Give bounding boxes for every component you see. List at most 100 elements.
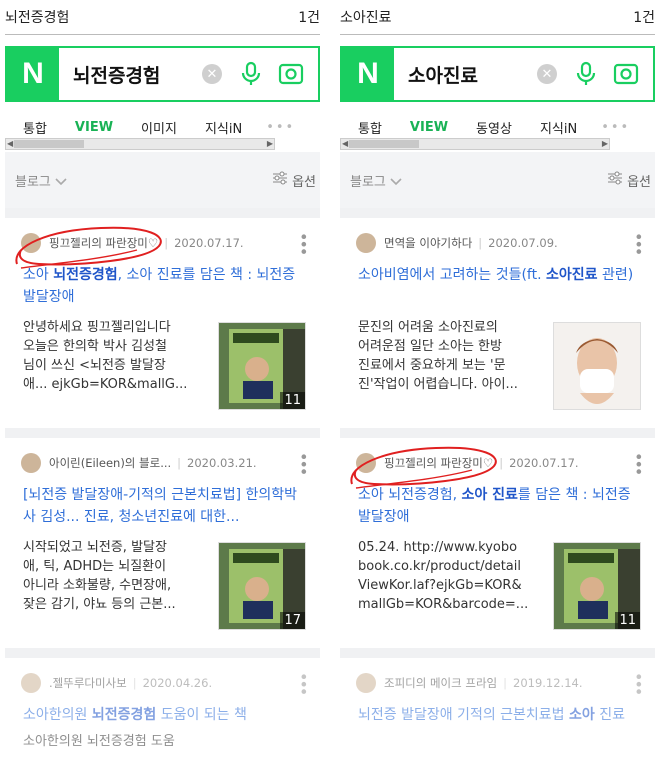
tab-item[interactable]: 지식iN <box>522 118 587 137</box>
lens-icon[interactable] <box>278 61 304 87</box>
snippet-line: 문진의 어려움 소아진료의 <box>358 320 498 335</box>
snippet-line: 아니라 소화불량, 수면장애, <box>23 578 172 593</box>
tab-item[interactable]: VIEW <box>57 120 123 135</box>
post-thumbnail[interactable] <box>553 322 641 410</box>
scroll-right-icon[interactable]: ▶ <box>267 139 273 149</box>
options-button[interactable]: 옵션 <box>607 171 655 190</box>
avatar[interactable] <box>21 673 41 693</box>
more-icon[interactable]: ••• <box>629 232 648 254</box>
scroll-left-icon[interactable]: ◀ <box>342 139 348 149</box>
naver-logo[interactable]: N <box>342 48 394 100</box>
mic-icon[interactable] <box>573 61 599 87</box>
tabs-scrollbar[interactable]: ◀ ▶ <box>5 138 275 150</box>
more-icon[interactable]: ••• <box>587 120 640 135</box>
search-panel-right: 소아진료 1건 N 소아진료 ✕ 통합 VIEW 동영상 지식iN ••• ◀ ▶ 블로그 옵션 면역을 … <box>340 0 655 758</box>
annotation-circle <box>9 220 169 278</box>
post-snippet: 05.24. http://www.kyobo book.co.kr/produc… <box>358 538 536 614</box>
tab-item[interactable]: 지식iN <box>187 118 252 137</box>
post-meta: 조피디의 메이크 프라임 | 2019.12.14. ••• <box>356 672 655 694</box>
snippet-line: 진'작업이 어렵습니다. 아이... <box>358 377 518 392</box>
post-title[interactable]: 뇌전증 발달장애 기적의 근본치료법 소아 진료 <box>358 704 641 726</box>
options-label: 옵션 <box>627 174 651 190</box>
avatar[interactable] <box>356 233 376 253</box>
post-title[interactable]: [뇌전증 발달장애-기적의 근본치료법] 한의학박사 김성... 진료, 청소년… <box>23 484 306 528</box>
more-icon[interactable]: ••• <box>252 120 305 135</box>
scroll-thumb[interactable] <box>14 140 84 148</box>
blog-post[interactable]: 면역을 이야기하다 | 2020.07.09. ••• 소아비염에서 고려하는 것들(f… <box>340 218 655 426</box>
post-snippet: 안녕하세요 핑끄젤리입니다 오늘은 한의학 박사 김성철 님이 쓰신 <뇌전증 발달… <box>23 318 201 394</box>
snippet-line: 어려운점 일단 소아는 한방 <box>358 339 502 354</box>
snippet-line: ViewKor.laf?ejkGb=KOR& <box>358 578 522 593</box>
search-panel-left: 뇌전증경험 1건 N 뇌전증경험 ✕ 통합 VIEW 이미지 지식iN ••• ◀ ▶ 블로그 옵션 핑끄… <box>5 0 320 758</box>
snippet-line: 잦은 감기, 야뇨 등의 근본... <box>23 597 176 612</box>
post-date: 2020.07.09. <box>488 236 558 250</box>
tab-item[interactable]: 통합 <box>5 118 57 137</box>
snippet-line: 05.24. http://www.kyobo <box>358 540 518 555</box>
tabs-scrollbar[interactable]: ◀ ▶ <box>340 138 610 150</box>
chevron-down-icon <box>51 175 67 190</box>
filter-blog[interactable]: 블로그 <box>340 171 402 190</box>
filter-label: 블로그 <box>15 174 51 190</box>
blog-post[interactable]: 아이린(Eileen)의 블로... | 2020.03.21. ••• [뇌전증 발달… <box>5 438 320 646</box>
tab-item[interactable]: VIEW <box>392 120 458 135</box>
avatar[interactable] <box>21 453 41 473</box>
title-highlight: 뇌전증경험 <box>91 707 157 723</box>
lens-icon[interactable] <box>613 61 639 87</box>
post-title[interactable]: 소아비염에서 고려하는 것들(ft. 소아진료 관련) <box>358 264 641 286</box>
more-icon[interactable]: ••• <box>294 672 313 694</box>
post-date: 2020.07.17. <box>509 456 579 470</box>
post-meta: 면역을 이야기하다 | 2020.07.09. ••• <box>356 232 655 254</box>
snippet-line: 진료에서 중요하게 보는 '문 <box>358 358 506 373</box>
card-gap <box>5 648 320 658</box>
author-name[interactable]: 조피디의 메이크 프라임 <box>384 675 497 691</box>
post-meta: .젤뚜루다미사보 | 2020.04.26. ••• <box>21 672 320 694</box>
snippet-line: 오늘은 한의학 박사 김성철 <box>23 339 167 354</box>
author-name[interactable]: 면역을 이야기하다 <box>384 235 472 251</box>
options-button[interactable]: 옵션 <box>272 171 320 190</box>
clear-icon[interactable]: ✕ <box>537 64 557 84</box>
post-thumbnail[interactable]: 11 <box>218 322 306 410</box>
post-meta: 아이린(Eileen)의 블로... | 2020.03.21. ••• <box>21 452 320 474</box>
tab-item[interactable]: 통합 <box>340 118 392 137</box>
scroll-right-icon[interactable]: ▶ <box>602 139 608 149</box>
tab-item[interactable]: 동영상 <box>458 118 522 137</box>
meta-divider: | <box>503 676 507 690</box>
tab-item[interactable]: 이미지 <box>123 118 187 137</box>
scroll-thumb[interactable] <box>349 140 419 148</box>
panel-header: 소아진료 1건 <box>340 0 655 35</box>
more-icon[interactable]: ••• <box>629 452 648 474</box>
title-highlight: 소아 <box>569 707 595 723</box>
more-icon[interactable]: ••• <box>629 672 648 694</box>
title-text: [뇌전증 발달장애-기적의 근본치료법] 한의학박사 김성... 진료, 청소년… <box>23 487 298 525</box>
post-snippet: 시작되었고 뇌전증, 발달장 애, 틱, ADHD는 뇌질환이 아니라 소화불량, … <box>23 538 201 614</box>
post-title[interactable]: 소아한의원 뇌전증경험 도움이 되는 책 <box>23 704 306 726</box>
filter-blog[interactable]: 블로그 <box>5 171 67 190</box>
mic-icon[interactable] <box>238 61 264 87</box>
meta-divider: | <box>177 456 182 470</box>
title-text: 도움이 되는 책 <box>156 707 247 723</box>
search-input[interactable]: 뇌전증경험 <box>59 61 202 88</box>
annotation-circle <box>344 440 504 498</box>
post-thumbnail[interactable]: 11 <box>553 542 641 630</box>
author-name[interactable]: 아이린(Eileen)의 블로... <box>49 455 171 471</box>
title-highlight: 소아진료 <box>546 267 598 283</box>
post-date: 2019.12.14. <box>513 676 583 690</box>
photo-count: 11 <box>280 392 305 409</box>
post-thumbnail[interactable]: 17 <box>218 542 306 630</box>
snippet-line: book.co.kr/product/detail <box>358 559 521 574</box>
post-date: 2020.03.21. <box>187 456 257 470</box>
blog-post[interactable]: .젤뚜루다미사보 | 2020.04.26. ••• 소아한의원 뇌전증경험 도움이 되… <box>5 658 320 758</box>
result-count: 1건 <box>633 10 655 26</box>
more-icon[interactable]: ••• <box>294 232 313 254</box>
clear-icon[interactable]: ✕ <box>202 64 222 84</box>
more-icon[interactable]: ••• <box>294 452 313 474</box>
blog-post[interactable]: 조피디의 메이크 프라임 | 2019.12.14. ••• 뇌전증 발달장애 기적의 … <box>340 658 655 758</box>
scroll-left-icon[interactable]: ◀ <box>7 139 13 149</box>
card-gap <box>5 208 320 218</box>
search-input[interactable]: 소아진료 <box>394 61 537 88</box>
avatar[interactable] <box>356 673 376 693</box>
author-name[interactable]: .젤뚜루다미사보 <box>49 675 127 691</box>
meta-divider: | <box>478 236 483 250</box>
header-query: 소아진료 <box>340 10 392 26</box>
naver-logo[interactable]: N <box>7 48 59 100</box>
